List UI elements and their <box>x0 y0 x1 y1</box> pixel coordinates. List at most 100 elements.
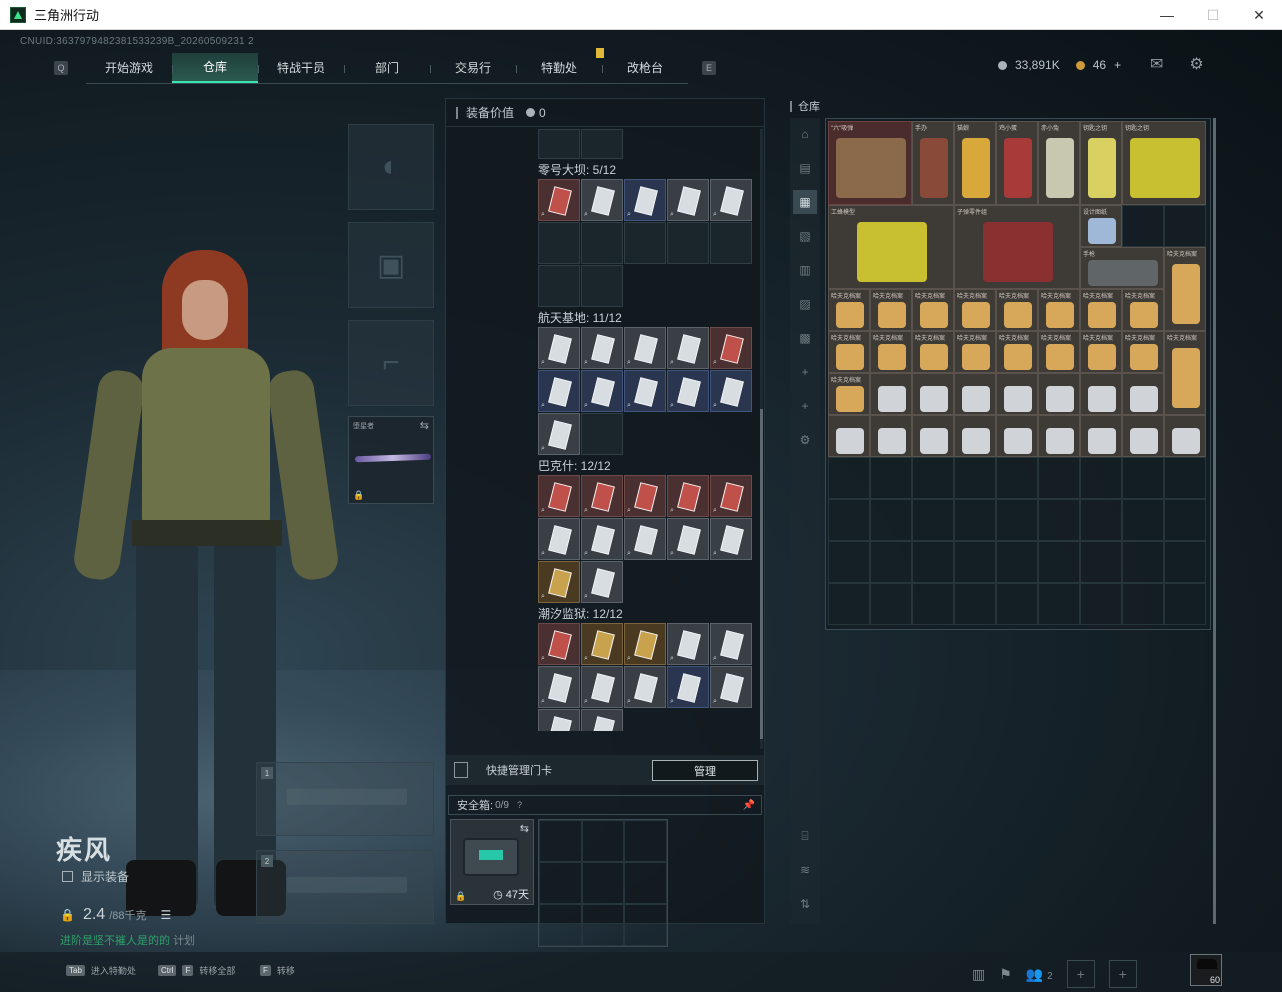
storage-item[interactable]: 工蜂模型 <box>828 205 954 289</box>
grid-cell[interactable] <box>870 499 912 541</box>
keycard-item[interactable]: ⌕ <box>624 327 666 369</box>
storage-item[interactable]: 哈夫克档案 <box>1080 289 1122 331</box>
gear-icon[interactable]: ⚙ <box>1189 54 1203 74</box>
storage-item[interactable]: 子弹零件组 <box>954 205 1080 289</box>
avatar[interactable]: 60 <box>1190 954 1222 986</box>
storage-item[interactable]: 猫娘 <box>954 121 996 205</box>
hint-transfer-all[interactable]: Ctrl F 转移全部 <box>158 964 235 977</box>
keycard-item[interactable]: ⌕ <box>710 623 752 665</box>
swap-icon[interactable]: ⇆ <box>420 419 429 432</box>
storage-item[interactable]: 鸡小蛋 <box>996 121 1038 205</box>
storage-tab-4-icon[interactable]: ▥ <box>793 258 817 282</box>
grid-cell[interactable] <box>581 222 623 264</box>
keycard-item[interactable]: ⌕ <box>538 413 580 455</box>
grid-cell[interactable] <box>581 129 623 159</box>
grid-cell[interactable] <box>1122 205 1164 247</box>
tab-1[interactable]: 仓库 <box>172 52 258 83</box>
keycard-item[interactable]: ⌕ <box>667 179 709 221</box>
storage-item[interactable]: 哈夫克档案 <box>1164 247 1206 331</box>
scrollbar[interactable] <box>760 409 763 739</box>
storage-item[interactable]: 哈夫克档案 <box>1164 331 1206 415</box>
grid-cell[interactable] <box>581 862 625 904</box>
storage-item[interactable] <box>1080 373 1122 415</box>
keycard-item[interactable]: ⌕ <box>624 623 666 665</box>
grid-cell[interactable] <box>1164 499 1206 541</box>
keycard-item[interactable]: ⌕ <box>581 327 623 369</box>
grid-cell[interactable] <box>538 265 580 307</box>
secondary-weapon-slot[interactable]: 2 <box>256 850 434 924</box>
grid-cell[interactable] <box>912 583 954 625</box>
pin-icon[interactable]: 📌 <box>743 800 755 811</box>
grid-cell[interactable] <box>1080 457 1122 499</box>
storage-item[interactable]: 哈夫克档案 <box>870 289 912 331</box>
grid-cell[interactable] <box>581 265 623 307</box>
swap-icon[interactable]: ⇆ <box>520 822 529 835</box>
storage-item[interactable] <box>1038 415 1080 457</box>
storage-tab-1-icon[interactable]: ▤ <box>793 156 817 180</box>
keycard-item[interactable]: ⌕ <box>538 475 580 517</box>
grid-cell[interactable] <box>870 583 912 625</box>
add-gold-button[interactable]: + <box>1114 58 1121 72</box>
tab-0[interactable]: 开始游戏 <box>86 53 172 83</box>
keycard-item[interactable]: ⌕ <box>581 561 623 603</box>
add-storage-icon[interactable]: + <box>793 360 817 384</box>
helmet-slot[interactable]: ◐ <box>348 124 434 210</box>
invite-slot-button[interactable]: + <box>1108 960 1137 988</box>
tab-2[interactable]: 特战干员 <box>258 53 344 83</box>
gear-icon[interactable]: ⚙ <box>793 428 817 452</box>
storage-item[interactable]: 手枪 <box>1080 247 1164 289</box>
grid-cell[interactable] <box>624 222 666 264</box>
storage-item[interactable]: 赤小兔 <box>1038 121 1080 205</box>
safe-box-item[interactable]: ⇆ 🔒 ◷ 47天 <box>450 819 534 905</box>
storage-item[interactable] <box>912 373 954 415</box>
grid-cell[interactable] <box>1080 583 1122 625</box>
keycard-item[interactable]: ⌕ <box>710 518 752 560</box>
grid-cell[interactable] <box>996 499 1038 541</box>
grid-cell[interactable] <box>996 457 1038 499</box>
stats-icon[interactable]: ▥ <box>972 966 985 983</box>
grid-cell[interactable] <box>624 904 667 946</box>
storage-item[interactable]: 哈夫克档案 <box>1038 289 1080 331</box>
keycard-item[interactable]: ⌕ <box>538 518 580 560</box>
list-icon[interactable]: ☰ <box>161 908 172 922</box>
grid-cell[interactable] <box>996 583 1038 625</box>
storage-item[interactable] <box>954 373 996 415</box>
plan-text[interactable]: 进阶是坚不摧人是的的 计划 <box>60 932 195 948</box>
storage-item[interactable]: 哈夫克档案 <box>912 289 954 331</box>
keycard-item[interactable]: ⌕ <box>667 370 709 412</box>
scan-icon[interactable]: ⌸ <box>793 824 817 848</box>
grid-cell[interactable] <box>581 820 625 862</box>
storage-item[interactable]: 哈夫克档案 <box>954 289 996 331</box>
storage-item[interactable] <box>1164 415 1206 457</box>
storage-item[interactable] <box>996 373 1038 415</box>
keycard-item[interactable]: ⌕ <box>581 370 623 412</box>
storage-item[interactable]: 哈夫克档案 <box>996 289 1038 331</box>
keycard-item[interactable]: ⌕ <box>624 370 666 412</box>
keycard-item[interactable]: ⌕ <box>667 327 709 369</box>
storage-item[interactable] <box>870 415 912 457</box>
storage-item[interactable]: 哈夫克档案 <box>828 373 870 415</box>
storage-item[interactable] <box>870 373 912 415</box>
storage-item[interactable] <box>954 415 996 457</box>
keycard-item[interactable]: ⌕ <box>581 475 623 517</box>
grid-cell[interactable] <box>1164 541 1206 583</box>
grid-cell[interactable] <box>539 904 582 946</box>
keycard-item[interactable]: ⌕ <box>710 179 752 221</box>
hint-enter-special[interactable]: Tab 进入特勤处 <box>66 964 136 977</box>
storage-item[interactable]: 哈夫克档案 <box>1122 289 1164 331</box>
plan-link[interactable]: 进阶是坚不摧人是的的 <box>60 935 170 947</box>
grid-cell[interactable] <box>710 222 752 264</box>
sort-icon[interactable]: ⇅ <box>793 892 817 916</box>
keycard-item[interactable]: ⌕ <box>624 179 666 221</box>
show-equipment-checkbox[interactable] <box>62 871 73 882</box>
storage-item[interactable]: 手办 <box>912 121 954 205</box>
pistol-slot[interactable]: ⌐ <box>348 320 434 406</box>
storage-item[interactable]: 哈夫克档案 <box>828 289 870 331</box>
keycard-item[interactable]: ⌕ <box>538 327 580 369</box>
maximize-button[interactable]: ☐ <box>1190 0 1236 30</box>
melee-slot[interactable]: 堕星者 ⇆ 🔒 <box>348 416 434 504</box>
keycard-item[interactable]: ⌕ <box>710 327 752 369</box>
nav-next-key[interactable]: E <box>702 61 716 75</box>
grid-cell[interactable] <box>912 499 954 541</box>
grid-cell[interactable] <box>1122 499 1164 541</box>
